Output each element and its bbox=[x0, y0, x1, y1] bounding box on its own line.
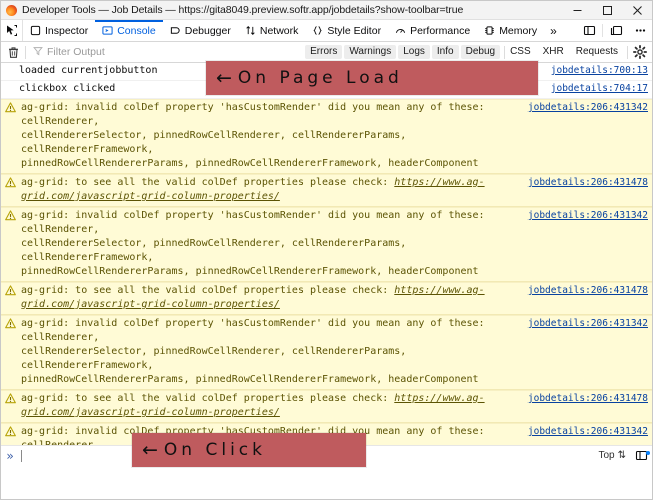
console-output-list[interactable]: loaded currentjobbutton jobdetails:700:13… bbox=[1, 63, 652, 445]
tab-memory[interactable]: Memory bbox=[477, 20, 544, 41]
console-message-text: ag-grid: invalid colDef property 'hasCus… bbox=[21, 210, 485, 277]
console-warning-row[interactable]: ag-grid: invalid colDef property 'hasCus… bbox=[1, 99, 652, 174]
filter-debug-button[interactable]: Debug bbox=[460, 45, 501, 59]
filter-logs-button[interactable]: Logs bbox=[398, 45, 430, 59]
window-titlebar: Developer Tools — Job Details — https://… bbox=[1, 1, 652, 20]
filter-requests-button[interactable]: Requests bbox=[571, 45, 623, 59]
updown-arrows-icon: ⇅ bbox=[617, 450, 626, 461]
console-filter-toolbar: Filter Output Errors Warnings Logs Info … bbox=[1, 42, 652, 63]
console-message-link[interactable]: https://www.ag-grid.com/javascript-grid-… bbox=[21, 285, 485, 310]
tab-network-label: Network bbox=[259, 24, 299, 37]
firefox-logo bbox=[6, 4, 17, 16]
annotation-on-click: ← On Click bbox=[132, 433, 366, 467]
console-warning-row[interactable]: ag-grid: to see all the valid colDef pro… bbox=[1, 390, 652, 423]
console-message-link[interactable]: https://www.ag-grid.com/javascript-grid-… bbox=[21, 177, 485, 202]
toolbar-spacer bbox=[563, 20, 577, 41]
tab-network[interactable]: Network bbox=[238, 20, 306, 41]
console-warning-row[interactable]: ag-grid: to see all the valid colDef pro… bbox=[1, 282, 652, 315]
console-source-link[interactable]: jobdetails:206:431342 bbox=[528, 101, 652, 115]
tab-debugger[interactable]: Debugger bbox=[163, 20, 238, 41]
devtools-toolbar: Inspector Console Debugger Network Style bbox=[1, 20, 652, 42]
devtools-meatball-menu-icon[interactable] bbox=[628, 20, 652, 41]
prompt-text-caret bbox=[21, 449, 22, 462]
console-source-link[interactable]: jobdetails:206:431478 bbox=[528, 176, 652, 190]
console-settings-gear-icon[interactable] bbox=[628, 45, 652, 59]
console-source-link[interactable]: jobdetails:206:431478 bbox=[528, 392, 652, 406]
minimize-button[interactable] bbox=[562, 1, 592, 20]
annotation-on-page-load-label: On Page Load bbox=[237, 68, 403, 88]
tab-performance[interactable]: Performance bbox=[388, 20, 477, 41]
warning-triangle-icon bbox=[1, 425, 19, 437]
tab-performance-label: Performance bbox=[410, 24, 471, 37]
warning-triangle-icon bbox=[1, 284, 19, 296]
console-message-text: ag-grid: invalid colDef property 'hasCus… bbox=[21, 318, 485, 385]
dock-separate-window-icon[interactable] bbox=[604, 20, 628, 41]
memory-icon bbox=[484, 25, 495, 36]
toolbar-divider bbox=[602, 24, 603, 37]
warning-triangle-icon bbox=[1, 317, 19, 329]
filter-warnings-button[interactable]: Warnings bbox=[344, 45, 397, 59]
close-button[interactable] bbox=[622, 1, 652, 20]
warning-triangle-icon bbox=[1, 101, 19, 113]
performance-icon bbox=[395, 25, 406, 36]
console-message-text: ag-grid: to see all the valid colDef pro… bbox=[21, 285, 485, 310]
console-message-text: ag-grid: to see all the valid colDef pro… bbox=[21, 177, 485, 202]
console-source-link[interactable]: jobdetails:206:431342 bbox=[528, 425, 652, 439]
console-source-link[interactable]: jobdetails:206:431478 bbox=[528, 284, 652, 298]
warning-triangle-icon bbox=[1, 176, 19, 188]
filter-errors-button[interactable]: Errors bbox=[305, 45, 343, 59]
console-source-link[interactable]: jobdetails:206:431342 bbox=[528, 317, 652, 331]
tab-inspector-label: Inspector bbox=[45, 24, 89, 37]
console-source-link[interactable]: jobdetails:700:13 bbox=[551, 64, 652, 78]
filter-css-button[interactable]: CSS bbox=[505, 45, 536, 59]
annotation-on-click-label: On Click bbox=[163, 440, 266, 460]
debugger-icon bbox=[170, 25, 181, 36]
severity-filter-group: Errors Warnings Logs Info Debug bbox=[305, 45, 504, 59]
tab-console[interactable]: Console bbox=[95, 20, 163, 41]
split-console-button[interactable] bbox=[630, 449, 652, 462]
filter-funnel-icon bbox=[33, 46, 43, 59]
annotation-arrow-left-icon: ← bbox=[216, 67, 232, 89]
filter-info-button[interactable]: Info bbox=[431, 45, 459, 59]
console-icon bbox=[102, 25, 113, 36]
tab-console-label: Console bbox=[117, 24, 156, 37]
tabs-overflow-chevron-icon[interactable]: » bbox=[544, 20, 563, 41]
window-controls bbox=[562, 1, 652, 20]
console-source-link[interactable]: jobdetails:206:431342 bbox=[528, 209, 652, 223]
annotation-arrow-left-icon-2: ← bbox=[142, 439, 158, 461]
maximize-button[interactable] bbox=[592, 1, 622, 20]
console-warning-row[interactable]: ag-grid: to see all the valid colDef pro… bbox=[1, 174, 652, 207]
prompt-chevron-icon: » bbox=[6, 448, 14, 463]
warning-triangle-icon bbox=[1, 209, 19, 221]
evaluation-context-label: Top bbox=[598, 450, 615, 461]
clear-console-trash-icon[interactable] bbox=[1, 46, 25, 59]
console-warning-row[interactable]: ag-grid: invalid colDef property 'hasCus… bbox=[1, 315, 652, 390]
element-picker-button[interactable] bbox=[1, 20, 23, 41]
evaluation-context-selector[interactable]: Top ⇅ bbox=[598, 450, 630, 461]
inspector-icon bbox=[30, 25, 41, 36]
window-title: Developer Tools — Job Details — https://… bbox=[22, 4, 464, 16]
console-warning-row[interactable]: ag-grid: invalid colDef property 'hasCus… bbox=[1, 207, 652, 282]
tab-style-editor-label: Style Editor bbox=[327, 24, 382, 37]
tab-style-editor[interactable]: Style Editor bbox=[305, 20, 388, 41]
tab-inspector[interactable]: Inspector bbox=[23, 20, 95, 41]
style-editor-icon bbox=[312, 25, 323, 36]
tab-debugger-label: Debugger bbox=[184, 24, 231, 37]
warning-triangle-icon bbox=[1, 392, 19, 404]
filter-xhr-button[interactable]: XHR bbox=[538, 45, 569, 59]
console-message-link[interactable]: https://www.ag-grid.com/javascript-grid-… bbox=[21, 393, 485, 418]
console-source-link[interactable]: jobdetails:704:17 bbox=[551, 82, 652, 96]
console-message-text: ag-grid: to see all the valid colDef pro… bbox=[21, 393, 485, 418]
console-message-text: ag-grid: invalid colDef property 'hasCus… bbox=[21, 102, 485, 169]
filter-input[interactable]: Filter Output bbox=[26, 46, 305, 59]
devtools-window: Developer Tools — Job Details — https://… bbox=[0, 0, 653, 500]
filter-input-placeholder: Filter Output bbox=[47, 46, 105, 58]
annotation-on-page-load: ← On Page Load bbox=[206, 61, 538, 95]
extra-filter-group: CSS XHR Requests bbox=[505, 45, 627, 59]
dock-split-icon[interactable] bbox=[577, 20, 601, 41]
tab-memory-label: Memory bbox=[499, 24, 538, 37]
network-icon bbox=[245, 25, 256, 36]
window-bottom-filler bbox=[1, 465, 652, 499]
split-console-indicator-dot bbox=[646, 451, 650, 455]
